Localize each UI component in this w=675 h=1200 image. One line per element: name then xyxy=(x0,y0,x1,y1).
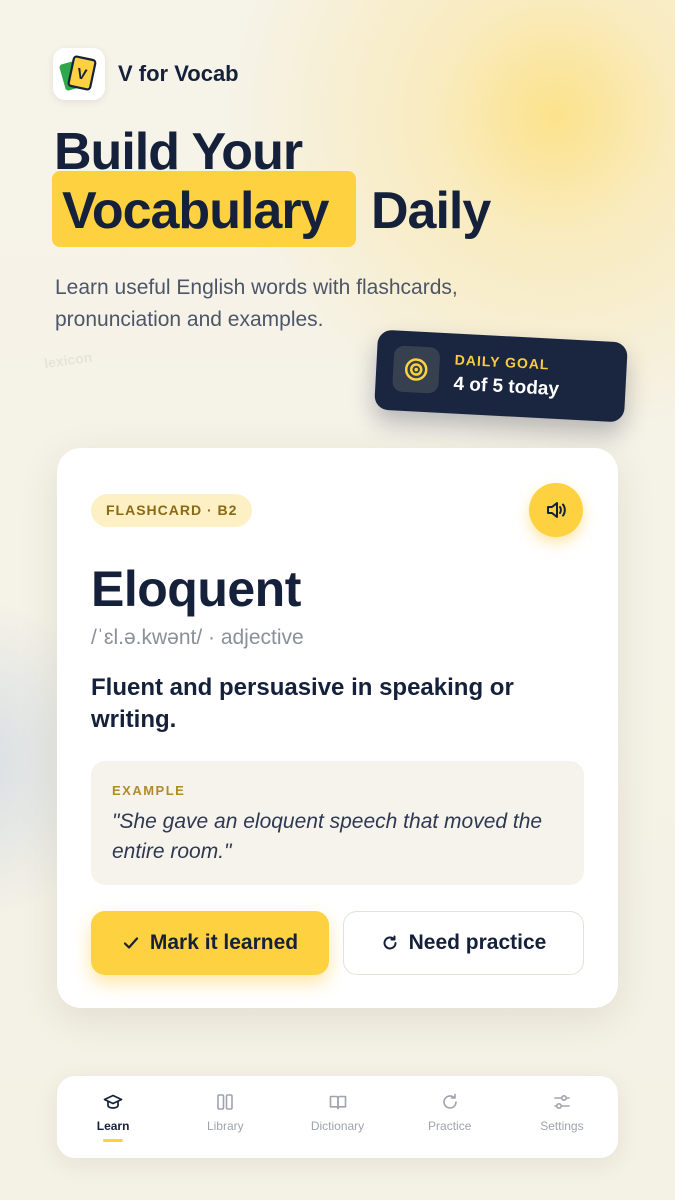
need-practice-button[interactable]: Need practice xyxy=(343,911,584,975)
nav-item-practice[interactable]: Practice xyxy=(394,1076,506,1158)
nav-item-learn[interactable]: Learn xyxy=(57,1076,169,1158)
active-indicator xyxy=(103,1139,124,1142)
hero-title-highlight: Vocabulary xyxy=(62,182,329,240)
daily-goal-label: DAILY GOAL xyxy=(454,351,550,373)
watermark: lexicon xyxy=(43,348,94,372)
nav-label-learn: Learn xyxy=(96,1119,130,1133)
nav-label-practice: Practice xyxy=(428,1119,472,1133)
app-logo-icon: V xyxy=(59,55,97,91)
flashcard-phonetic: /ˈɛl.ə.kwənt/ · adjective xyxy=(91,626,304,649)
graduation-cap-icon xyxy=(103,1094,123,1109)
flashcard-level-chip: FLASHCARD · B2 xyxy=(91,494,253,527)
nav-item-library[interactable]: Library xyxy=(169,1076,281,1158)
sliders-icon xyxy=(554,1094,570,1110)
mark-learned-label: Mark it learned xyxy=(149,931,299,954)
library-icon xyxy=(217,1094,234,1110)
nav-label-settings: Settings xyxy=(540,1119,584,1133)
nav-item-settings[interactable]: Settings xyxy=(506,1076,618,1158)
example-text: "She gave an eloquent speech that moved … xyxy=(112,810,543,863)
mark-learned-button[interactable]: Mark it learned xyxy=(91,911,329,975)
flashcard-word: Eloquent xyxy=(91,561,301,617)
app-logo: V xyxy=(53,48,105,100)
hero-title-rest: Daily xyxy=(371,182,491,240)
refresh-icon xyxy=(442,1093,457,1109)
nav-label-dictionary: Dictionary xyxy=(310,1119,365,1133)
bottom-nav: Learn Library Dictionary Practice Settin… xyxy=(57,1076,618,1158)
example-label: EXAMPLE xyxy=(112,783,186,798)
daily-goal-card: DAILY GOAL 4 of 5 today xyxy=(374,329,628,423)
app-name: V for Vocab xyxy=(118,61,239,86)
example-box: EXAMPLE "She gave an eloquent speech tha… xyxy=(91,761,584,885)
refresh-icon xyxy=(383,935,397,950)
speaker-icon xyxy=(547,502,566,518)
nav-item-dictionary[interactable]: Dictionary xyxy=(281,1076,393,1158)
hero-subtitle: Learn useful English words with flashcar… xyxy=(55,276,458,331)
check-icon xyxy=(123,937,138,949)
target-icon xyxy=(392,345,441,394)
book-icon xyxy=(329,1095,346,1110)
flashcard: FLASHCARD · B2 Eloquent /ˈɛl.ə.kwənt/ · … xyxy=(57,448,618,1008)
need-practice-label: Need practice xyxy=(408,931,547,954)
pronounce-button[interactable] xyxy=(529,483,583,537)
flashcard-definition: Fluent and persuasive in speaking or wri… xyxy=(91,674,514,733)
daily-goal-value: 4 of 5 today xyxy=(452,373,560,401)
nav-label-library: Library xyxy=(206,1119,244,1133)
